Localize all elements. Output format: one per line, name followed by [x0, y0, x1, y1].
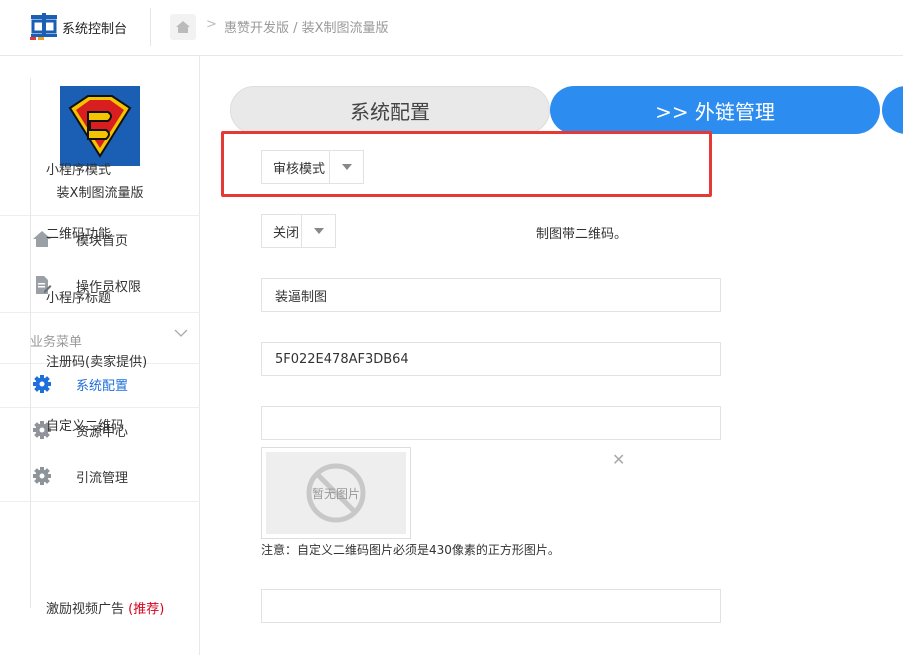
- reg-code-label: 注册码(卖家提供): [46, 355, 148, 370]
- close-icon[interactable]: ✕: [612, 450, 625, 469]
- no-image-placeholder: 暂无图片: [266, 452, 406, 534]
- mini-mode-label: 小程序模式: [46, 163, 112, 178]
- reward-ad-label: 激励视频广告 (推荐): [46, 598, 164, 617]
- app-title: 系统控制台: [62, 21, 128, 37]
- breadcrumb-separator: >: [206, 17, 217, 32]
- reward-ad-input[interactable]: [261, 589, 721, 623]
- header-divider: [150, 8, 151, 46]
- reg-code-input[interactable]: 5F022E478AF3DB64: [261, 342, 721, 376]
- home-icon: [176, 21, 190, 33]
- custom-qr-image[interactable]: 暂无图片: [261, 447, 411, 539]
- qrcode-value: 关闭: [273, 225, 300, 241]
- custom-qr-note: 注意：自定义二维码图片必须是430像素的正方形图片。: [261, 543, 560, 557]
- custom-qr-input[interactable]: [261, 406, 721, 440]
- app-logo[interactable]: 系统控制台: [28, 12, 127, 42]
- reward-ad-label-text: 激励视频广告: [46, 602, 129, 617]
- title-input[interactable]: 装逼制图: [261, 278, 721, 312]
- no-image-text: 暂无图片: [311, 487, 360, 501]
- custom-qr-label: 自定义二维码: [46, 419, 125, 434]
- chevron-down-icon: [301, 215, 335, 247]
- qrcode-label: 二维码功能: [46, 227, 112, 242]
- title-label: 小程序标题: [46, 291, 112, 306]
- qrcode-hint: 制图带二维码。: [536, 227, 628, 242]
- top-bar: 系统控制台 > 惠赞开发版 / 装X制图流量版: [0, 0, 903, 56]
- breadcrumb: 惠赞开发版 / 装X制图流量版: [224, 21, 389, 36]
- qrcode-select[interactable]: 关闭: [261, 214, 336, 248]
- recommended-tag: (推荐): [128, 602, 165, 617]
- tab-next[interactable]: [882, 86, 903, 134]
- home-button[interactable]: [170, 14, 196, 40]
- highlight-box: [221, 131, 712, 197]
- logo-icon: [28, 13, 60, 41]
